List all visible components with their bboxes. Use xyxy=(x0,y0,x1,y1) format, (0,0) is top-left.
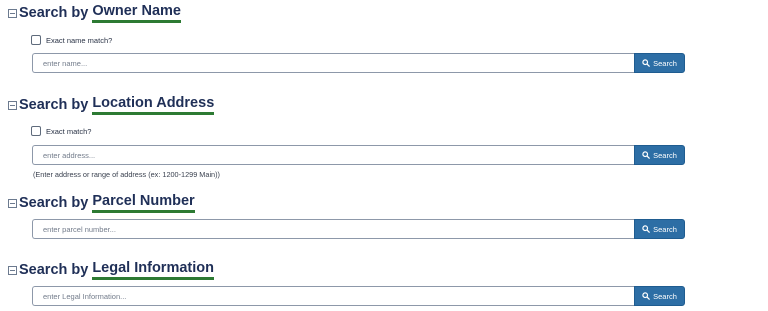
collapse-toggle-icon[interactable] xyxy=(8,199,17,208)
location-address-input[interactable] xyxy=(32,145,634,165)
parcel-search-button[interactable]: Search xyxy=(634,219,685,239)
owner-exact-match-checkbox[interactable] xyxy=(31,35,41,45)
search-icon xyxy=(642,59,650,67)
legal-information-input[interactable] xyxy=(32,286,634,306)
owner-search-button[interactable]: Search xyxy=(634,53,685,73)
collapse-toggle-icon[interactable] xyxy=(8,9,17,18)
legal-search-group: Search xyxy=(32,286,685,306)
owner-search-group: Search xyxy=(32,53,685,73)
owner-section-title: Search by Owner Name xyxy=(8,2,181,24)
legal-search-label: Search xyxy=(653,291,677,301)
parcel-search-group: Search xyxy=(32,219,685,239)
location-search-group: Search xyxy=(32,145,685,165)
owner-exact-match-label: Exact name match? xyxy=(46,35,113,45)
parcel-number-input[interactable] xyxy=(32,219,634,239)
search-icon xyxy=(642,292,650,300)
location-search-label: Search xyxy=(653,150,677,160)
location-exact-match-checkbox[interactable] xyxy=(31,126,41,136)
legal-title-keyword: Legal Information xyxy=(92,260,214,280)
owner-name-input[interactable] xyxy=(32,53,634,73)
location-title-keyword: Location Address xyxy=(92,95,215,115)
parcel-search-label: Search xyxy=(653,224,677,234)
location-exact-match-row[interactable]: Exact match? xyxy=(31,124,91,138)
legal-search-button[interactable]: Search xyxy=(634,286,685,306)
search-icon xyxy=(642,225,650,233)
legal-title-prefix: Search by xyxy=(19,262,89,278)
search-icon xyxy=(642,151,650,159)
legal-section-title: Search by Legal Information xyxy=(8,259,214,281)
location-address-hint: (Enter address or range of address (ex: … xyxy=(33,170,220,179)
location-title-prefix: Search by xyxy=(19,97,89,113)
location-search-button[interactable]: Search xyxy=(634,145,685,165)
collapse-toggle-icon[interactable] xyxy=(8,101,17,110)
parcel-title-prefix: Search by xyxy=(19,195,89,211)
owner-exact-match-row[interactable]: Exact name match? xyxy=(31,33,112,47)
owner-title-keyword: Owner Name xyxy=(92,3,181,23)
location-section-title: Search by Location Address xyxy=(8,94,215,116)
parcel-section-title: Search by Parcel Number xyxy=(8,192,195,214)
location-exact-match-label: Exact match? xyxy=(46,126,92,136)
collapse-toggle-icon[interactable] xyxy=(8,266,17,275)
owner-title-prefix: Search by xyxy=(19,5,89,21)
parcel-title-keyword: Parcel Number xyxy=(92,193,195,213)
owner-search-label: Search xyxy=(653,58,677,68)
